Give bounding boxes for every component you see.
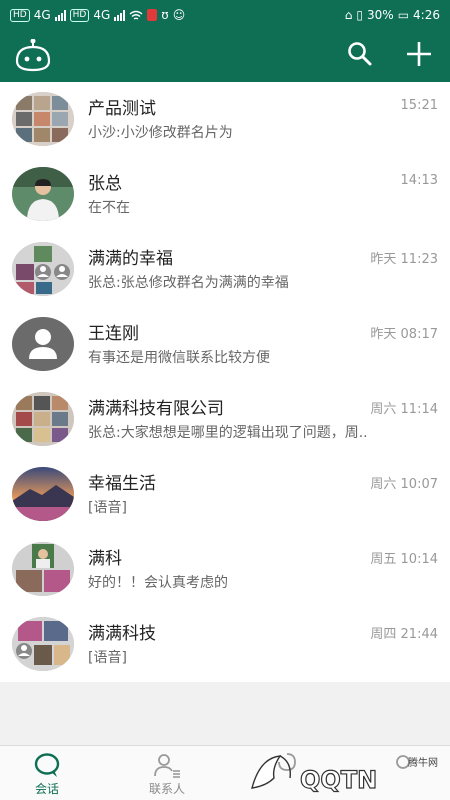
conversation-list: 产品测试 15:21 小沙:小沙修改群名片为 张总 14:13 在不在 满满的幸… [0, 82, 450, 682]
conversation-name: 幸福生活 [88, 474, 156, 494]
conversation-preview: 张总:张总修改群名为满满的幸福 [88, 275, 289, 291]
conversation-name: 产品测试 [88, 99, 156, 119]
tab-label: 联系人 [148, 782, 185, 796]
conversation-time: 周五 10:14 [370, 552, 438, 567]
conversation-row[interactable]: 满满科技 周四 21:44 [语音] [0, 607, 450, 682]
conversation-time: 周四 21:44 [370, 627, 438, 642]
notification-icon: ʊ [161, 8, 169, 22]
landscape-avatar [12, 467, 74, 521]
chat-bubble-icon [34, 753, 60, 777]
contacts-icon [154, 754, 180, 778]
watermark-text: 腾牛网 [408, 758, 438, 769]
conversation-row[interactable]: 产品测试 15:21 小沙:小沙修改群名片为 [0, 82, 450, 157]
tab-label: 会话 [34, 782, 59, 796]
conversation-time: 昨天 08:17 [370, 327, 438, 342]
group-avatar [12, 617, 74, 671]
clock: 4:26 [413, 8, 440, 22]
conversation-name: 王连刚 [88, 324, 139, 344]
vibrate-icon: ▯ [356, 8, 364, 22]
conversation-name: 满满科技有限公司 [88, 399, 224, 419]
add-icon[interactable] [403, 38, 435, 70]
conversation-time: 昨天 11:23 [370, 252, 438, 267]
signal-icon [54, 9, 66, 21]
conversation-row[interactable]: 满满科技有限公司 周六 11:14 张总:大家想想是哪里的逻辑出现了问题，周.. [0, 382, 450, 457]
network-type: 4G [33, 8, 51, 22]
battery-icon: ▭ [397, 8, 410, 22]
default-avatar [12, 317, 74, 371]
svg-text:QQTN: QQTN [300, 766, 377, 794]
conversation-preview: [语音] [88, 500, 127, 516]
group-avatar [12, 392, 74, 446]
hd-badge: HD [10, 8, 30, 22]
conversation-name: 满满科技 [88, 624, 156, 644]
tab-conversations[interactable]: 会话 [2, 746, 92, 800]
status-bar: HD 4G HD 4G ʊ ☺ ⌂ ▯ 30% ▭ 4:26 [0, 0, 450, 30]
recording-icon [147, 9, 158, 21]
robot-logo-icon [15, 39, 51, 72]
wifi-icon [129, 10, 143, 20]
conversation-row[interactable]: 王连刚 昨天 08:17 有事还是用微信联系比较方便 [0, 307, 450, 382]
conversation-name: 满满的幸福 [88, 249, 173, 269]
conversation-time: 14:13 [400, 173, 438, 188]
contact-avatar [12, 167, 74, 221]
conversation-row[interactable]: 满科 周五 10:14 好的！！会认真考虑的 [0, 532, 450, 607]
conversation-preview: 有事还是用微信联系比较方便 [88, 350, 270, 366]
conversation-time: 15:21 [400, 98, 438, 113]
conversation-preview: 在不在 [88, 200, 130, 216]
conversation-preview: 张总:大家想想是哪里的逻辑出现了问题，周.. [88, 425, 368, 441]
group-avatar [12, 92, 74, 146]
network-type-2: 4G [93, 8, 111, 22]
conversation-name: 满科 [88, 549, 122, 569]
battery-level: 30% [367, 8, 394, 22]
headset-icon: ⌂ [344, 8, 353, 22]
app-notification-icon: ☺ [172, 8, 186, 22]
search-icon[interactable] [346, 40, 374, 68]
hd-badge-2: HD [69, 8, 90, 22]
signal-icon-2 [114, 9, 126, 21]
conversation-row[interactable]: 张总 14:13 在不在 [0, 157, 450, 232]
group-avatar [12, 242, 74, 296]
conversation-row[interactable]: 幸福生活 周六 10:07 [语音] [0, 457, 450, 532]
conversation-preview: 好的！！会认真考虑的 [88, 575, 228, 591]
group-avatar [12, 542, 74, 596]
app-bar [0, 30, 450, 82]
conversation-name: 张总 [88, 174, 122, 194]
conversation-time: 周六 11:14 [370, 402, 438, 417]
conversation-row[interactable]: 满满的幸福 昨天 11:23 张总:张总修改群名为满满的幸福 [0, 232, 450, 307]
conversation-time: 周六 10:07 [370, 477, 438, 492]
conversation-preview: [语音] [88, 650, 127, 666]
tab-contacts[interactable]: 联系人 [122, 746, 212, 800]
conversation-preview: 小沙:小沙修改群名片为 [88, 125, 233, 141]
